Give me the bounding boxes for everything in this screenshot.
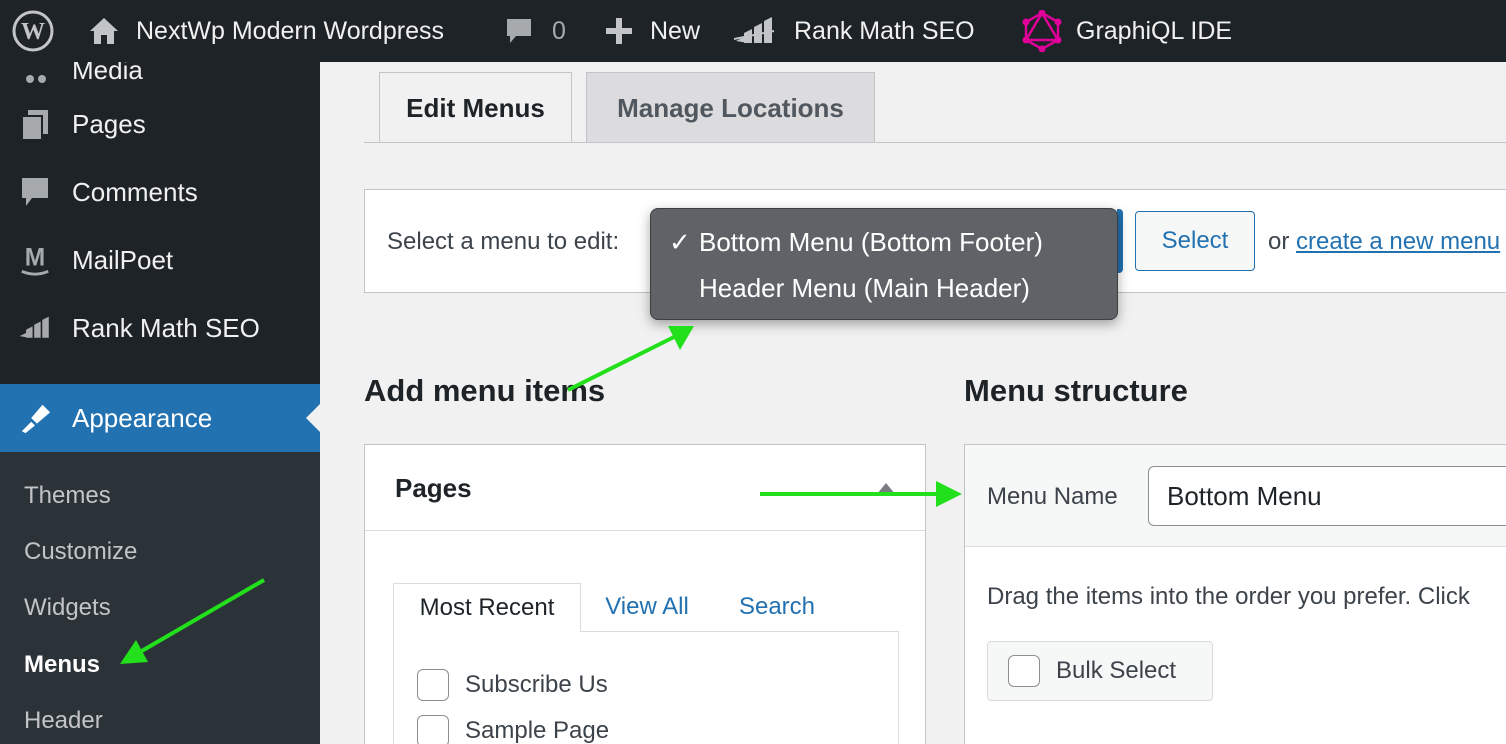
menu-select-options: ✓ Bottom Menu (Bottom Footer) Header Men… (650, 208, 1118, 320)
caret-up-icon (877, 483, 895, 494)
graphiql-label: GraphiQL IDE (1076, 16, 1233, 45)
admin-bar: W NextWp Modern Wordpress 0 New Rank Mat… (0, 0, 1506, 62)
media-icon (18, 62, 52, 87)
submenu-item-header[interactable]: Header (24, 707, 103, 735)
svg-text:M: M (25, 245, 45, 272)
graphiql-link[interactable]: GraphiQL IDE (1022, 0, 1232, 62)
menu-structure-heading: Menu structure (964, 373, 1188, 408)
rank-math-link[interactable]: Rank Math SEO (734, 0, 975, 62)
or-text: or (1268, 228, 1290, 255)
menu-structure-panel: Menu Name Bottom Menu Drag the items int… (964, 444, 1506, 744)
bulk-select-label: Bulk Select (1056, 657, 1177, 684)
rank-math-icon (734, 17, 775, 43)
sidebar-item-label: MailPoet (72, 244, 174, 275)
plus-icon (606, 18, 632, 44)
comments-icon (18, 175, 52, 209)
checkbox[interactable] (1008, 655, 1040, 687)
pages-accordion: Pages Most Recent View All Search Subscr… (364, 444, 926, 744)
home-icon (90, 18, 118, 44)
sidebar-item-comments[interactable]: Comments (0, 160, 320, 224)
rank-math-icon (18, 311, 52, 345)
admin-sidebar: Media Pages Comments M MailPoet Rank Mat… (0, 62, 320, 744)
comment-bubble-icon (507, 19, 531, 43)
sidebar-item-rank-math[interactable]: Rank Math SEO (0, 296, 320, 360)
option-label: Bottom Menu (Bottom Footer) (699, 227, 1043, 257)
checkbox[interactable] (417, 669, 449, 701)
site-name: NextWp Modern Wordpress (136, 16, 444, 45)
option-label: Header Menu (Main Header) (699, 273, 1030, 303)
rank-math-label: Rank Math SEO (794, 16, 975, 45)
submenu-item-widgets[interactable]: Widgets (24, 594, 111, 622)
tab-most-recent[interactable]: Most Recent (393, 583, 581, 632)
sidebar-item-label: Media (72, 62, 143, 85)
pages-title: Pages (395, 473, 472, 503)
submenu-item-customize[interactable]: Customize (24, 538, 137, 566)
menu-name-input[interactable]: Bottom Menu (1148, 466, 1506, 526)
menu-name-row: Menu Name Bottom Menu (965, 445, 1506, 547)
bulk-select-button[interactable]: Bulk Select (987, 641, 1213, 701)
page-label: Sample Page (465, 717, 610, 744)
menu-name-label: Menu Name (987, 483, 1118, 510)
sidebar-item-label: Comments (72, 176, 198, 207)
add-menu-items-heading: Add menu items (364, 373, 606, 408)
pages-accordion-header[interactable]: Pages (365, 445, 925, 531)
mailpoet-icon: M (18, 243, 52, 277)
tab-divider (364, 142, 1506, 143)
sidebar-item-label: Appearance (72, 402, 213, 433)
graphiql-icon (1022, 10, 1062, 52)
tab-search[interactable]: Search (729, 583, 825, 631)
page-item-sample-page[interactable]: Sample Page (417, 715, 609, 744)
sidebar-item-label: Rank Math SEO (72, 312, 260, 343)
new-content-link[interactable]: New (604, 0, 700, 62)
sidebar-item-pages[interactable]: Pages (0, 92, 320, 156)
tab-manage-locations[interactable]: Manage Locations (586, 72, 875, 143)
submenu-item-themes[interactable]: Themes (24, 482, 111, 510)
create-new-menu-link[interactable]: create a new menu (1296, 228, 1500, 255)
select-menu-label: Select a menu to edit: (387, 228, 620, 255)
appearance-submenu: Themes Customize Widgets Menus Header (0, 452, 320, 744)
sidebar-item-mailpoet[interactable]: M MailPoet (0, 228, 320, 292)
svg-text:W: W (21, 19, 45, 45)
checkbox[interactable] (417, 715, 449, 744)
wordpress-logo-icon[interactable]: W (12, 0, 54, 62)
create-menu-text: or create a new menu (1268, 228, 1500, 256)
drag-instructions: Drag the items into the order you prefer… (987, 583, 1470, 610)
page-item-subscribe-us[interactable]: Subscribe Us (417, 669, 608, 701)
select-button[interactable]: Select (1135, 211, 1255, 271)
sidebar-item-label: Pages (72, 108, 146, 139)
tab-view-all[interactable]: View All (597, 583, 697, 631)
new-label: New (650, 16, 701, 45)
page-label: Subscribe Us (465, 671, 608, 698)
tab-edit-menus[interactable]: Edit Menus (379, 72, 572, 143)
sidebar-item-appearance[interactable]: Appearance (0, 384, 320, 452)
submenu-item-menus[interactable]: Menus (24, 651, 100, 679)
pages-icon (18, 107, 52, 141)
checkmark-icon: ✓ (669, 227, 691, 257)
appearance-icon (18, 401, 52, 435)
comments-link[interactable]: 0 (504, 0, 566, 62)
comments-count: 0 (552, 16, 566, 45)
site-name-link[interactable]: NextWp Modern Wordpress (88, 0, 444, 62)
